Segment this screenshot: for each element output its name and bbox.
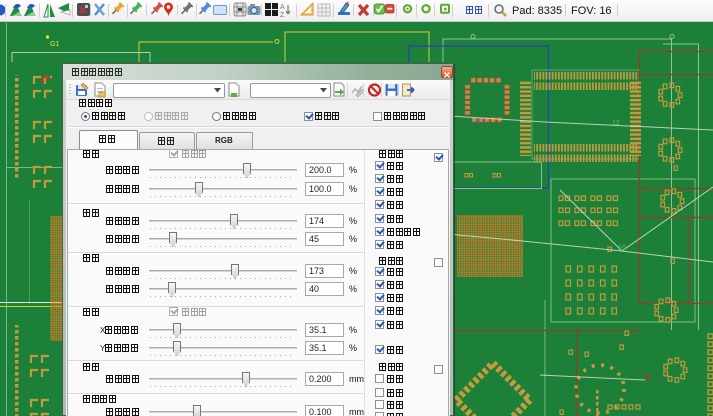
svg-text:A: A (280, 4, 285, 11)
svg-text:13: 13 (477, 118, 485, 125)
svg-text:3: 3 (471, 234, 475, 241)
svg-text:Z: Z (280, 12, 285, 19)
svg-text:1: 1 (644, 375, 649, 384)
svg-text:G1: G1 (50, 41, 59, 48)
svg-text:10: 10 (618, 245, 626, 252)
